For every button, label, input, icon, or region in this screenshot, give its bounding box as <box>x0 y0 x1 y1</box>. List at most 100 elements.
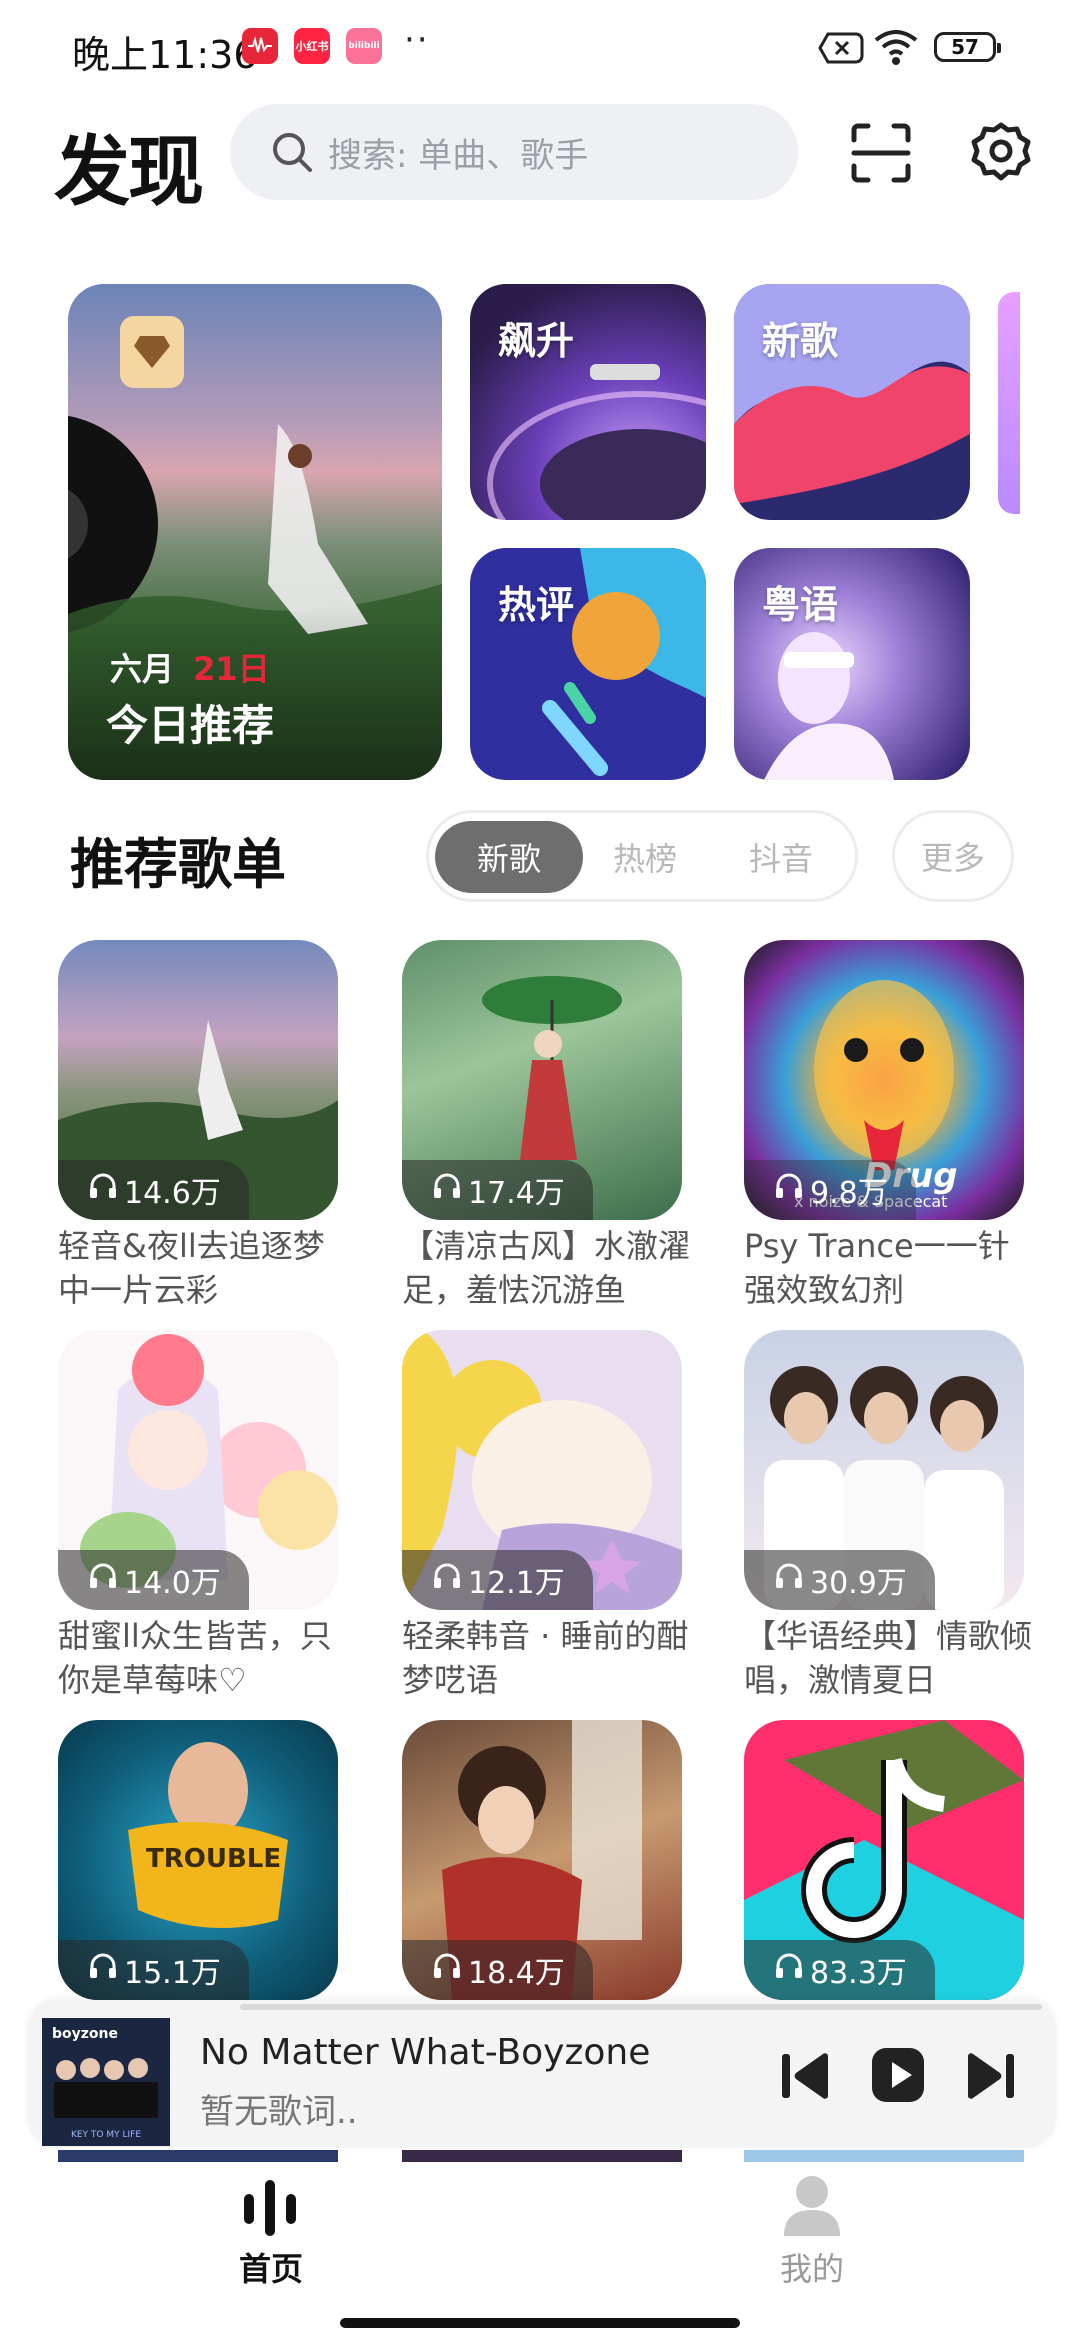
playlist-card[interactable]: 12.1万 轻柔韩音 · 睡前的酣梦呓语 <box>402 1330 689 1702</box>
playlist-card[interactable]: 18.4万 <box>402 1720 682 2000</box>
playlist-title: 甜蜜ll众生皆苦，只你是草莓味♡ <box>58 1617 332 1699</box>
daily-label: 今日推荐 <box>106 701 275 750</box>
play-count: 30.9万 <box>744 1550 935 1610</box>
playlist-title: Psy Trance一一针强效致幻剂 <box>744 1227 1010 1309</box>
nav-me-label[interactable]: 我的 <box>780 2244 844 2290</box>
battery-icon: 57 <box>934 32 1001 62</box>
playback-progress[interactable] <box>240 2004 1042 2010</box>
play-count-text: 18.4万 <box>468 1956 565 1991</box>
playlist-cover: 30.9万 <box>744 1330 1024 1610</box>
album-art[interactable]: boyzone KEY TO MY LIFE <box>42 2018 170 2146</box>
tile-new-songs[interactable]: 新歌 <box>734 284 970 520</box>
tile-cantonese-label: 粤语 <box>762 583 839 627</box>
tab-hot-chart[interactable]: 热榜 <box>571 821 719 893</box>
playlist-title: 【清凉古风】水澈濯足，羞怯沉游鱼 <box>402 1227 691 1309</box>
headphones-icon <box>88 1952 118 1988</box>
song-title: No Matter What-Boyzone <box>200 2032 651 2073</box>
album-label: boyzone <box>52 2026 118 2042</box>
daily-date: 六月 21日 <box>110 644 270 690</box>
headphones-icon <box>774 1562 804 1598</box>
album-footer: KEY TO MY LIFE <box>70 2130 142 2140</box>
play-count-text: 12.1万 <box>468 1566 565 1601</box>
tile-soaring[interactable]: 飙升 <box>470 284 706 520</box>
netease-music-icon <box>242 28 278 64</box>
playlist-card[interactable]: 14.0万 甜蜜ll众生皆苦，只你是草莓味♡ <box>58 1330 338 1702</box>
profile-person-icon[interactable] <box>780 2172 844 2242</box>
song-lyric: 暂无歌词.. <box>200 2092 358 2132</box>
status-bar: 晚上11:36 小红书 bilibili ·· 57 <box>0 0 1080 96</box>
play-count-text: 17.4万 <box>468 1176 565 1211</box>
search-input[interactable]: 搜索: 单曲、歌手 <box>230 104 798 200</box>
tile-new-songs-label: 新歌 <box>762 319 839 363</box>
settings-gear-icon[interactable] <box>968 120 1034 190</box>
play-count: 83.3万 <box>744 1940 935 2000</box>
previous-track-icon[interactable] <box>778 2050 834 2106</box>
playlist-cover: 12.1万 <box>402 1330 682 1610</box>
home-indicator[interactable] <box>340 2318 740 2328</box>
play-count-text: 83.3万 <box>810 1956 907 1991</box>
playlist-title: 轻音&夜ll去追逐梦中一片云彩 <box>58 1227 325 1309</box>
playlist-card[interactable]: 14.6万 轻音&夜ll去追逐梦中一片云彩 <box>58 940 338 1312</box>
tile-hot-comments[interactable]: 热评 <box>470 548 706 780</box>
play-count-text: 14.6万 <box>124 1176 221 1211</box>
play-button-icon[interactable] <box>870 2046 926 2108</box>
tile-hot-comments-label: 热评 <box>498 583 575 627</box>
headphones-icon <box>432 1952 462 1988</box>
playlist-tabs: 新歌 热榜 抖音 <box>426 810 858 902</box>
playlist-card[interactable]: Drug x noize & Spacecat 9.8万 Psy Trance一… <box>744 940 1024 1312</box>
nav-home-label[interactable]: 首页 <box>239 2244 303 2290</box>
play-count: 15.1万 <box>58 1940 249 2000</box>
next-row-peek <box>402 2150 682 2162</box>
tab-new-songs[interactable]: 新歌 <box>435 821 583 893</box>
status-time: 晚上11:36 <box>72 33 258 77</box>
headphones-icon <box>774 1172 804 1208</box>
next-row-peek <box>58 2150 338 2162</box>
page-title: 发现 <box>54 127 204 216</box>
playlist-cover: 14.0万 <box>58 1330 338 1610</box>
play-count: 14.0万 <box>58 1550 249 1610</box>
playlist-cover: 17.4万 <box>402 940 682 1220</box>
home-bars-icon[interactable] <box>238 2176 302 2244</box>
playlist-cover: 83.3万 <box>744 1720 1024 2000</box>
more-button[interactable]: 更多 <box>892 810 1014 902</box>
bilibili-icon: bilibili <box>346 28 382 64</box>
tab-douyin[interactable]: 抖音 <box>707 821 855 893</box>
play-count: 9.8万 <box>744 1160 916 1220</box>
cover-overlay-text: TROUBLE <box>146 1844 282 1874</box>
play-count: 12.1万 <box>402 1550 593 1610</box>
tile-cantonese[interactable]: 粤语 <box>734 548 970 780</box>
play-count-text: 9.8万 <box>810 1176 888 1211</box>
headphones-icon <box>432 1562 462 1598</box>
daily-month: 六月 <box>110 650 175 688</box>
headphones-icon <box>88 1172 118 1208</box>
play-count: 17.4万 <box>402 1160 593 1220</box>
playlist-cover: 18.4万 <box>402 1720 682 2000</box>
daily-recommend-card[interactable]: 六月 21日 今日推荐 <box>68 284 442 780</box>
next-track-icon[interactable] <box>962 2050 1018 2106</box>
playlist-card[interactable]: 83.3万 <box>744 1720 1024 2000</box>
playlist-card[interactable]: TROUBLE 15.1万 <box>58 1720 338 2000</box>
more-notifications-icon: ·· <box>404 20 430 60</box>
playlist-title: 轻柔韩音 · 睡前的酣梦呓语 <box>402 1617 689 1699</box>
play-count: 18.4万 <box>402 1940 593 2000</box>
scan-icon[interactable] <box>850 122 912 188</box>
playlist-card[interactable]: 30.9万 【华语经典】情歌倾唱，激情夏日 <box>744 1330 1032 1702</box>
play-count-text: 15.1万 <box>124 1956 221 1991</box>
no-sim-icon <box>818 32 864 68</box>
daily-day: 21日 <box>193 650 270 688</box>
diamond-badge-icon <box>120 316 184 388</box>
play-count-text: 14.0万 <box>124 1566 221 1601</box>
playlist-cover: Drug x noize & Spacecat 9.8万 <box>744 940 1024 1220</box>
play-count: 14.6万 <box>58 1160 249 1220</box>
next-row-peek <box>744 2150 1024 2162</box>
playlist-title: 【华语经典】情歌倾唱，激情夏日 <box>744 1617 1033 1699</box>
headphones-icon <box>774 1952 804 1988</box>
search-icon <box>270 130 314 174</box>
section-title: 推荐歌单 <box>70 833 286 896</box>
xiaohongshu-icon: 小红书 <box>294 28 330 64</box>
wifi-icon <box>872 28 920 70</box>
tile-peek <box>998 292 1020 514</box>
headphones-icon <box>88 1562 118 1598</box>
playlist-cover: 14.6万 <box>58 940 338 1220</box>
playlist-card[interactable]: 17.4万 【清凉古风】水澈濯足，羞怯沉游鱼 <box>402 940 690 1312</box>
